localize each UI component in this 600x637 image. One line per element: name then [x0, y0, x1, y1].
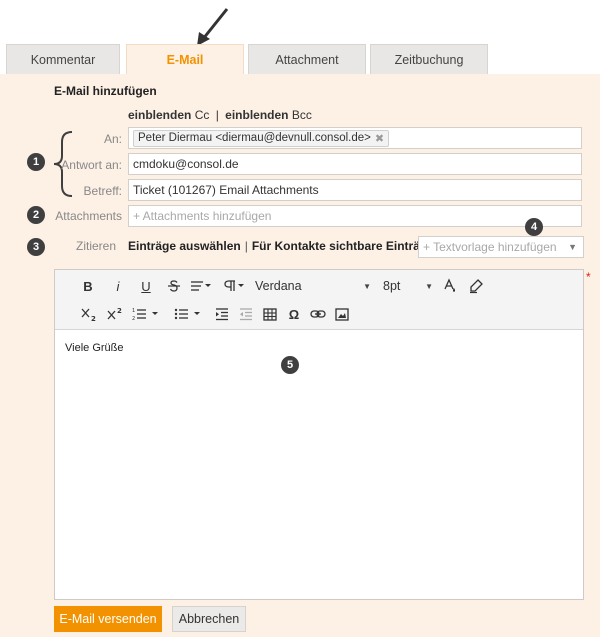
tab-zeitbuchung[interactable]: Zeitbuchung: [370, 44, 488, 74]
attachments-field[interactable]: + Attachments hinzufügen: [128, 205, 582, 227]
to-field[interactable]: Peter Diermau <diermau@devnull.consol.de…: [128, 127, 582, 149]
rich-text-editor: B i U Verdana ▼ 8pt ▼ 2 2 1 2 Ω Viele Gr…: [54, 269, 584, 600]
show-bcc-label: Bcc: [291, 108, 312, 122]
svg-text:1: 1: [132, 308, 135, 314]
chevron-down-icon: ▼: [568, 242, 577, 252]
highlight-icon[interactable]: [467, 276, 485, 296]
cc-bcc-links: einblenden Cc | einblenden Bcc: [128, 108, 312, 122]
svg-text:2: 2: [117, 307, 122, 315]
chevron-down-icon: ▼: [425, 282, 433, 291]
svg-text:2: 2: [91, 315, 96, 322]
editor-body[interactable]: Viele Grüße: [55, 330, 583, 599]
show-cc-label: Cc: [194, 108, 210, 122]
superscript-icon[interactable]: 2: [105, 304, 125, 324]
bullet-list-icon[interactable]: [173, 304, 207, 324]
subscript-icon[interactable]: 2: [79, 304, 99, 324]
recipient-chip: Peter Diermau <diermau@devnull.consol.de…: [133, 129, 390, 147]
page: Kommentar E-Mail Attachment Zeitbuchung …: [0, 0, 600, 637]
attachments-label: Attachments: [55, 209, 122, 223]
badge-2: 2: [27, 206, 45, 224]
underline-button[interactable]: U: [137, 276, 155, 296]
reply-to-field[interactable]: cmdoku@consol.de: [128, 153, 582, 175]
quote-separator: |: [244, 239, 248, 253]
tab-email[interactable]: E-Mail: [126, 44, 244, 75]
subject-label: Betreff:: [83, 184, 122, 198]
table-icon[interactable]: [261, 304, 279, 324]
cancel-button[interactable]: Abbrechen: [172, 606, 246, 632]
cc-bcc-separator: |: [215, 108, 219, 122]
font-size-select[interactable]: 8pt ▼: [383, 276, 435, 296]
pointer-arrow-icon: [197, 8, 229, 46]
show-cc-prefix: einblenden: [128, 108, 192, 122]
badge-3: 3: [27, 238, 45, 256]
image-icon[interactable]: [333, 304, 351, 324]
text-color-icon[interactable]: [441, 276, 459, 296]
required-marker: *: [586, 270, 591, 284]
recipient-text: Peter Diermau <diermau@devnull.consol.de…: [138, 132, 371, 144]
attachments-placeholder: + Attachments hinzufügen: [133, 209, 272, 223]
bold-button[interactable]: B: [79, 276, 97, 296]
outdent-icon[interactable]: [237, 304, 255, 324]
font-size-value: 8pt: [383, 279, 401, 293]
font-family-value: Verdana: [255, 279, 302, 293]
chevron-down-icon: ▼: [363, 282, 371, 291]
send-email-button[interactable]: E-Mail versenden: [54, 606, 162, 632]
subject-field[interactable]: Ticket (101267) Email Attachments: [128, 179, 582, 201]
editor-toolbar: B i U Verdana ▼ 8pt ▼ 2 2 1 2 Ω: [55, 270, 583, 330]
paragraph-icon[interactable]: [221, 276, 247, 296]
special-character-button[interactable]: Ω: [285, 304, 303, 324]
template-placeholder: + Textvorlage hinzufügen: [423, 240, 557, 254]
tab-bar: Kommentar E-Mail Attachment Zeitbuchung: [0, 44, 600, 75]
tab-attachment[interactable]: Attachment: [248, 44, 366, 74]
quote-visible-entries-link[interactable]: Für Kontakte sichtbare Einträge: [252, 239, 434, 253]
font-family-select[interactable]: Verdana ▼: [255, 276, 373, 296]
badge-4: 4: [525, 218, 543, 236]
indent-icon[interactable]: [213, 304, 231, 324]
italic-button[interactable]: i: [109, 276, 127, 296]
show-cc-link[interactable]: einblenden Cc: [128, 108, 209, 122]
reply-to-label: Antwort an:: [61, 158, 122, 172]
svg-text:2: 2: [132, 316, 135, 321]
reply-to-value: cmdoku@consol.de: [133, 157, 239, 171]
numbered-list-icon[interactable]: 12: [131, 304, 165, 324]
strikethrough-icon[interactable]: [165, 276, 183, 296]
editor-text: Viele Grüße: [65, 342, 124, 354]
link-icon[interactable]: [309, 304, 327, 324]
badge-5: 5: [281, 356, 299, 374]
tab-kommentar[interactable]: Kommentar: [6, 44, 120, 74]
template-select[interactable]: + Textvorlage hinzufügen ▼: [418, 236, 584, 258]
show-bcc-prefix: einblenden: [225, 108, 289, 122]
quote-options: Einträge auswählen | Für Kontakte sichtbar…: [128, 239, 434, 253]
to-label: An:: [103, 132, 122, 146]
quote-select-entries-link[interactable]: Einträge auswählen: [128, 239, 241, 253]
quote-label: Zitieren: [76, 239, 117, 253]
section-title: E-Mail hinzufügen: [54, 84, 157, 98]
line-height-icon[interactable]: [189, 276, 213, 296]
show-bcc-link[interactable]: einblenden Bcc: [225, 108, 312, 122]
subject-value: Ticket (101267) Email Attachments: [133, 183, 319, 197]
email-panel: E-Mail hinzufügen einblenden Cc | einble…: [0, 74, 600, 637]
remove-recipient-icon[interactable]: ✖: [375, 132, 384, 145]
